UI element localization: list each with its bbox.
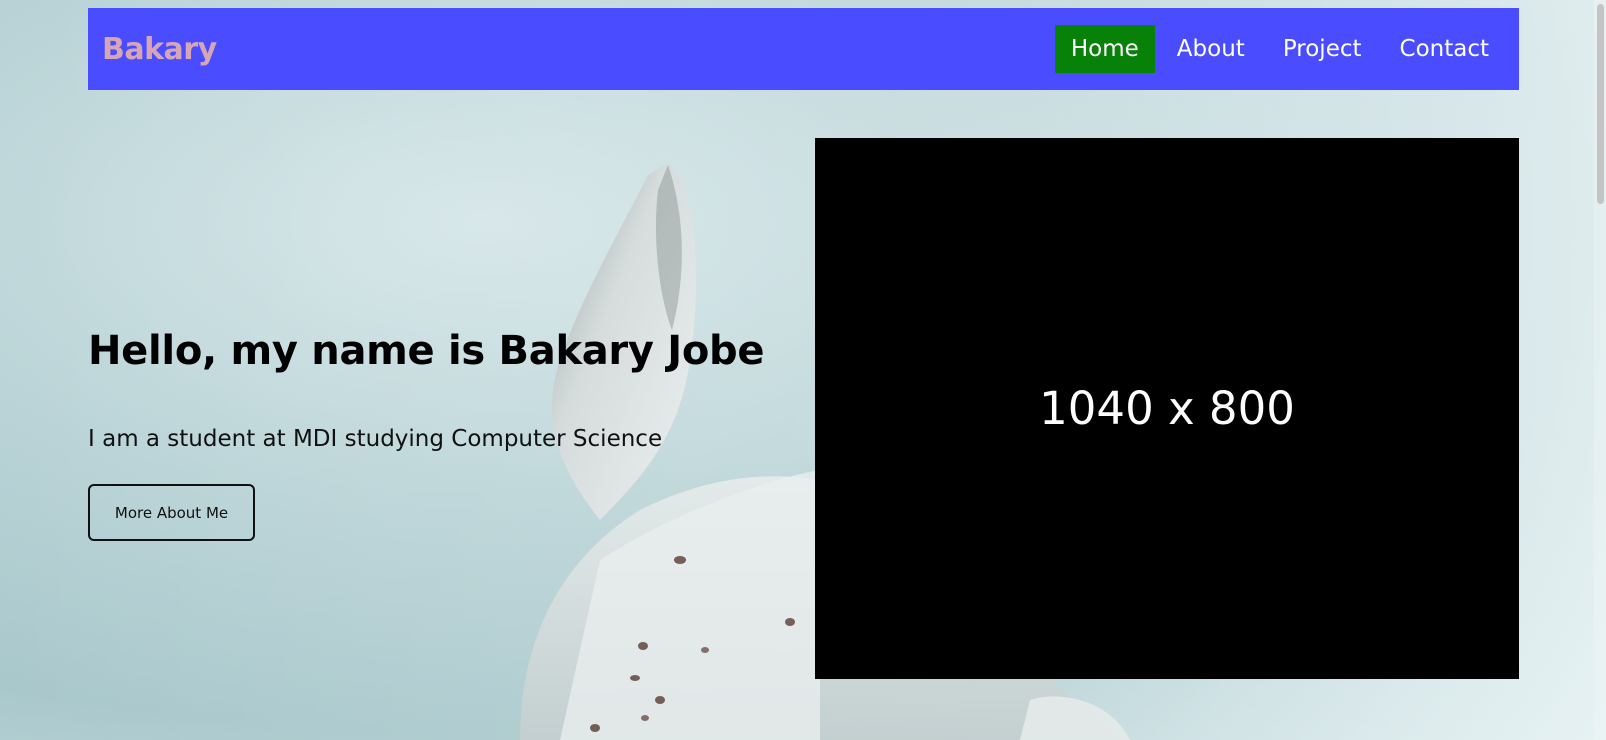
more-about-me-button[interactable]: More About Me (88, 484, 255, 541)
nav-links: Home About Project Contact (1049, 25, 1505, 73)
hero-image-placeholder: 1040 x 800 (815, 138, 1519, 679)
nav-link-project[interactable]: Project (1267, 25, 1378, 73)
nav-link-contact[interactable]: Contact (1384, 25, 1505, 73)
hero-title: Hello, my name is Bakary Jobe (88, 328, 765, 374)
nav-link-home[interactable]: Home (1054, 25, 1155, 73)
brand-logo[interactable]: Bakary (102, 32, 217, 67)
placeholder-size-label: 1040 x 800 (1039, 382, 1295, 435)
nav-link-about[interactable]: About (1161, 25, 1261, 73)
scrollbar-thumb[interactable] (1597, 4, 1604, 204)
hero-subtitle: I am a student at MDI studying Computer … (88, 426, 663, 452)
top-navbar: Bakary Home About Project Contact (88, 8, 1519, 90)
page-scrollbar[interactable] (1594, 0, 1606, 740)
